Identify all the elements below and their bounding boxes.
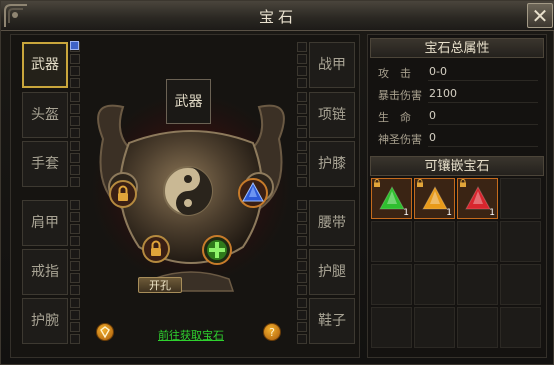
help-icon: ? [269, 326, 275, 339]
equip-slot-boots[interactable]: 鞋子 [309, 298, 355, 344]
green-gem-icon [379, 185, 405, 210]
gem-indicator-slot [70, 310, 80, 320]
equip-slot-helmet[interactable]: 头盔 [22, 92, 68, 138]
gem-grid-cell[interactable] [371, 307, 412, 348]
red-gem-slot[interactable]: 1 [457, 178, 498, 219]
open-socket-button[interactable]: 开孔 [138, 277, 182, 293]
gem-indicator-slot [70, 116, 80, 126]
equip-slot-armor[interactable]: 战甲 [309, 42, 355, 88]
gem-indicator-slot [70, 322, 80, 332]
gem-grid-cell[interactable] [500, 221, 541, 262]
socketed-gem-indicator-icon [70, 41, 79, 50]
equip-slot-belt[interactable]: 腰带 [309, 200, 355, 246]
gem-grid-cell[interactable] [500, 307, 541, 348]
stat-value-crit-damage: 2100 [429, 87, 457, 100]
divider [428, 80, 538, 81]
stat-label-attack: 攻 击 [378, 67, 411, 80]
orange-gem-icon [422, 185, 448, 210]
stat-value-life: 0 [429, 109, 436, 122]
stat-value-attack: 0-0 [429, 65, 447, 78]
selected-equipment-slot[interactable]: 武器 [166, 79, 211, 124]
gem-grid-cell[interactable] [414, 307, 455, 348]
orange-gem-slot[interactable]: 1 [414, 178, 455, 219]
divider [428, 102, 538, 103]
yin-yang-icon [163, 166, 213, 216]
equip-slot-gloves[interactable]: 手套 [22, 141, 68, 187]
equip-slot-kneepad[interactable]: 护膝 [309, 141, 355, 187]
gem-indicator-slot [70, 177, 80, 187]
gem-indicator-slot [70, 261, 80, 271]
gem-count: 1 [446, 208, 452, 218]
equip-slot-shoulder[interactable]: 肩甲 [22, 200, 68, 246]
get-gems-link[interactable]: 前往获取宝石 [158, 327, 224, 343]
gem-indicator-slot [70, 128, 80, 138]
gem-indicator-slot [70, 141, 80, 151]
gem-indicator-slot [70, 54, 80, 64]
stat-label-holy-damage: 神圣伤害 [378, 133, 422, 146]
stats-header: 宝石总属性 [370, 38, 544, 58]
help-button[interactable]: ? [263, 323, 281, 341]
gem-grid-cell[interactable] [457, 221, 498, 262]
close-button[interactable]: ✕ [527, 3, 553, 28]
stat-label-crit-damage: 暴击伤害 [378, 89, 422, 102]
gem-grid-cell[interactable] [500, 264, 541, 305]
gem-count: 1 [489, 208, 495, 218]
blue-gem-socket-icon[interactable] [237, 177, 269, 209]
gem-grid-cell[interactable] [371, 264, 412, 305]
gem-indicator-slot [70, 273, 80, 283]
gem-indicator-slot [70, 285, 80, 295]
gem-indicator-slot [70, 200, 80, 210]
gem-indicator-slot [297, 42, 307, 52]
gem-indicator-slot [70, 66, 80, 76]
gem-shop-icon[interactable] [96, 323, 114, 341]
gem-indicator-slot [297, 310, 307, 320]
gem-indicator-slot [70, 334, 80, 344]
red-gem-icon [465, 185, 491, 210]
inlay-header: 可镶嵌宝石 [370, 156, 544, 176]
gem-indicator-slot [70, 224, 80, 234]
gem-indicator-slot [297, 54, 307, 64]
add-socket-icon[interactable] [201, 234, 233, 266]
gem-grid-cell[interactable] [371, 221, 412, 262]
gem-grid-cell[interactable] [457, 264, 498, 305]
equip-slot-bracer[interactable]: 护腕 [22, 298, 68, 344]
gem-grid-cell[interactable] [500, 178, 541, 219]
gem-indicator-slot [297, 298, 307, 308]
gem-grid-cell[interactable] [414, 264, 455, 305]
gem-indicator-slot [297, 66, 307, 76]
gem-indicator-slot [70, 212, 80, 222]
stat-value-holy-damage: 0 [429, 131, 436, 144]
gem-indicator-slot [70, 249, 80, 259]
equip-slot-necklace[interactable]: 项链 [309, 92, 355, 138]
gem-window: 宝石 ✕ 武器 头盔 手套 肩甲 戒指 护腕 战甲 项链 护膝 腰带 护腿 鞋子 [0, 0, 554, 365]
gem-indicator-slot [70, 298, 80, 308]
green-gem-slot[interactable]: 1 [371, 178, 412, 219]
gem-indicator-slot [70, 78, 80, 88]
title-bar[interactable]: 宝石 ✕ [1, 1, 554, 31]
equip-slot-ring[interactable]: 戒指 [22, 249, 68, 295]
gem-indicator-slot [70, 236, 80, 246]
equip-slot-leggings[interactable]: 护腿 [309, 249, 355, 295]
stat-label-life: 生 命 [378, 111, 411, 124]
gem-indicator-slot [70, 92, 80, 102]
locked-socket-icon[interactable] [108, 179, 138, 209]
gem-outline-icon [100, 326, 110, 339]
gem-count: 1 [403, 208, 409, 218]
gem-grid-cell[interactable] [414, 221, 455, 262]
locked-socket-icon[interactable] [141, 234, 171, 264]
divider [428, 146, 538, 147]
gem-indicator-slot [70, 165, 80, 175]
stats-panel: 宝石总属性 攻 击 0-0 暴击伤害 2100 生 命 0 神圣伤害 0 可镶嵌… [367, 34, 547, 358]
equip-slot-weapon[interactable]: 武器 [22, 42, 68, 88]
gem-indicator-slot [70, 104, 80, 114]
divider [428, 124, 538, 125]
gem-indicator-slot [297, 322, 307, 332]
gem-indicator-slot [297, 334, 307, 344]
window-title: 宝石 [258, 8, 297, 26]
gem-indicator-slot [70, 153, 80, 163]
gem-grid-cell[interactable] [457, 307, 498, 348]
